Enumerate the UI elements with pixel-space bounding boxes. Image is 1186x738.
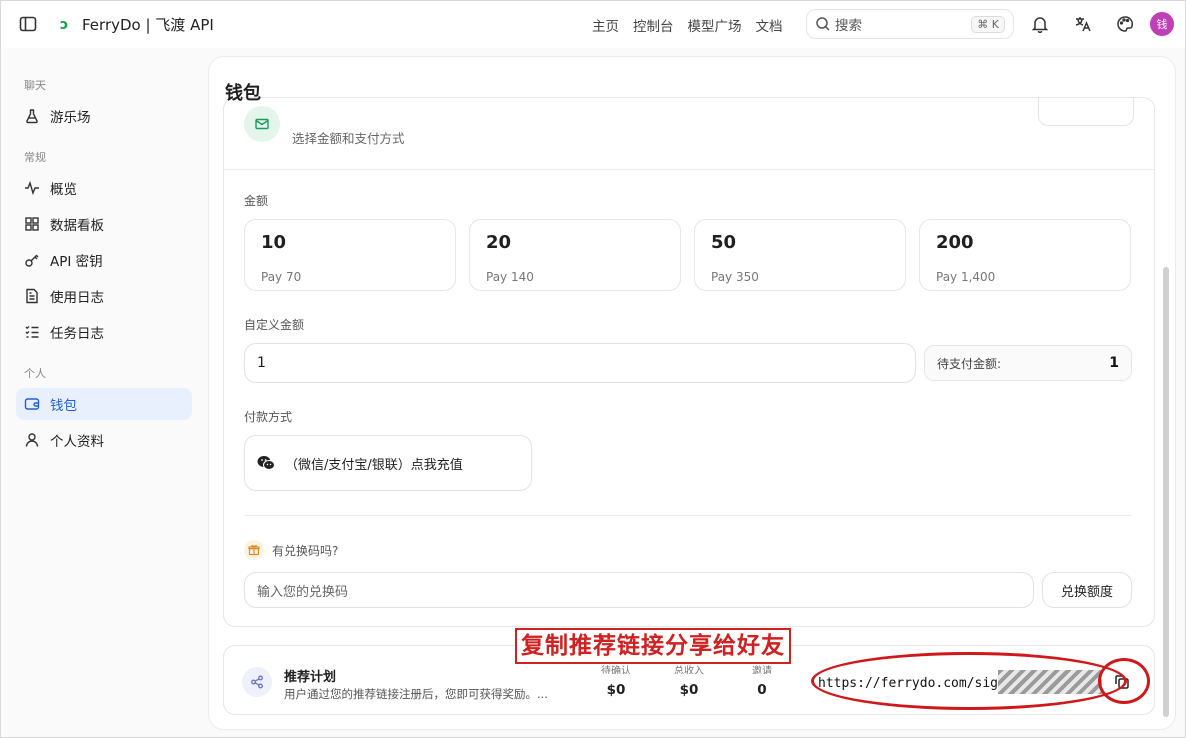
stat-value: $0: [606, 682, 626, 698]
nav-models[interactable]: 模型广场: [688, 15, 742, 35]
search-shortcut: ⌘ K: [971, 15, 1005, 33]
redeem-code-input[interactable]: 输入您的兑换码: [244, 572, 1034, 608]
amount-price: Pay 140: [486, 270, 534, 284]
wechat-icon: [257, 456, 275, 470]
sidebar-item-label: 数据看板: [50, 218, 104, 234]
sidebar-item-overview[interactable]: 概览: [16, 172, 192, 204]
amount-option[interactable]: 200 Pay 1,400: [919, 219, 1131, 291]
amount-label: 金额: [244, 194, 269, 208]
avatar[interactable]: 钱: [1150, 12, 1174, 36]
sidebar-item-label: 使用日志: [50, 290, 104, 306]
page-title: 钱包: [225, 83, 261, 104]
panel-header: 选择金额和支付方式: [224, 98, 1154, 170]
section-label-personal: 个人: [24, 367, 46, 380]
redeem-button[interactable]: 兑换额度: [1042, 572, 1132, 608]
translate-icon[interactable]: [1072, 13, 1094, 35]
nav-home[interactable]: 主页: [592, 15, 619, 35]
file-text-icon: [26, 288, 38, 304]
stat-invites: 邀请 0: [732, 662, 792, 698]
nav-console[interactable]: 控制台: [633, 15, 674, 35]
payment-method-label: 付款方式: [244, 410, 293, 424]
sidebar-item-label: API 密钥: [50, 254, 103, 270]
amount-value: 10: [261, 232, 287, 253]
search-placeholder: 搜索: [835, 18, 862, 34]
sidebar-toggle-icon[interactable]: [18, 14, 38, 34]
sidebar-item-label: 钱包: [50, 398, 77, 414]
amount-option[interactable]: 10 Pay 70: [244, 219, 456, 291]
sidebar-item-label: 任务日志: [50, 326, 104, 342]
pending-amount-label: 待支付金额:: [937, 356, 1002, 371]
bell-icon[interactable]: [1029, 13, 1051, 35]
activity-icon: [25, 180, 39, 196]
sidebar-item-label: 游乐场: [50, 110, 91, 126]
grid-icon: [25, 217, 39, 231]
topup-panel: 选择金额和支付方式 金额 10 Pay 70 20 Pay 140 50 Pay…: [223, 97, 1155, 627]
wechat-pay-button[interactable]: （微信/支付宝/银联）点我充值: [244, 435, 532, 491]
section-label-chat: 聊天: [24, 79, 46, 92]
pay-button-label: （微信/支付宝/银联）点我充值: [285, 457, 463, 473]
palette-icon[interactable]: [1114, 13, 1136, 35]
user-icon: [25, 433, 39, 447]
stat-income: 总收入 $0: [659, 662, 719, 698]
amount-value: 50: [711, 232, 737, 253]
amount-option[interactable]: 50 Pay 350: [694, 219, 906, 291]
panel-header-control[interactable]: [1038, 98, 1134, 126]
wallet-icon: [24, 398, 40, 410]
mail-icon: [244, 106, 280, 142]
amount-value: 20: [486, 232, 512, 253]
stat-pending: 待确认 $0: [586, 662, 646, 698]
sidebar-item-api-keys[interactable]: API 密钥: [16, 244, 192, 276]
app-title: FerryDo | 飞渡 API: [82, 16, 214, 34]
share-icon: [242, 667, 272, 697]
sidebar-item-label: 概览: [50, 182, 77, 198]
gift-icon: [244, 540, 264, 560]
pending-amount-value: 1: [1109, 355, 1119, 371]
divider: [244, 515, 1132, 516]
amount-option[interactable]: 20 Pay 140: [469, 219, 681, 291]
search-box[interactable]: 搜索 ⌘ K: [806, 9, 1014, 39]
search-icon: [816, 17, 830, 31]
key-icon: [25, 254, 39, 267]
logo-icon: ↄ: [60, 16, 69, 33]
sidebar: 聊天 游乐场 常规 概览 数据看板 API 密钥 使用日志 任务日志 个人 钱包…: [0, 48, 208, 738]
referral-description: 用户通过您的推荐链接注册后，您即可获得奖励。...: [284, 687, 548, 701]
sidebar-item-task-logs[interactable]: 任务日志: [16, 316, 192, 348]
annotation-label: 复制推荐链接分享给好友: [515, 628, 791, 664]
redeem-prompt: 有兑换码吗?: [244, 540, 338, 560]
amount-price: Pay 1,400: [936, 270, 996, 284]
flask-icon: [26, 109, 38, 124]
sidebar-item-dashboard[interactable]: 数据看板: [16, 208, 192, 240]
custom-amount-label: 自定义金额: [244, 318, 305, 332]
custom-amount-input[interactable]: 1: [244, 343, 916, 383]
redeem-prompt-text: 有兑换码吗?: [272, 543, 339, 558]
list-checks-icon: [25, 325, 39, 338]
stat-value: 0: [757, 682, 767, 698]
sidebar-item-label: 个人资料: [50, 434, 104, 450]
scrollbar[interactable]: [1163, 267, 1169, 717]
annotation-circle: [1098, 658, 1150, 704]
sidebar-item-usage-logs[interactable]: 使用日志: [16, 280, 192, 312]
section-label-general: 常规: [24, 151, 46, 164]
annotation-oval: [811, 652, 1127, 710]
top-nav: 主页 控制台 模型广场 文档: [592, 15, 783, 35]
sidebar-item-profile[interactable]: 个人资料: [16, 424, 192, 456]
sidebar-item-playground[interactable]: 游乐场: [16, 100, 192, 132]
nav-docs[interactable]: 文档: [756, 15, 783, 35]
sidebar-item-wallet[interactable]: 钱包: [16, 388, 192, 420]
amount-price: Pay 70: [261, 270, 302, 284]
amount-value: 200: [936, 232, 974, 253]
top-bar: ↄ FerryDo | 飞渡 API 主页 控制台 模型广场 文档 搜索 ⌘ K…: [0, 0, 1186, 48]
referral-title: 推荐计划: [284, 670, 337, 685]
amount-price: Pay 350: [711, 270, 759, 284]
pending-amount: 待支付金额: 1: [924, 345, 1132, 381]
stat-value: $0: [679, 682, 699, 698]
panel-subtitle: 选择金额和支付方式: [292, 131, 405, 146]
app-logo[interactable]: ↄ FerryDo | 飞渡 API: [60, 14, 214, 35]
